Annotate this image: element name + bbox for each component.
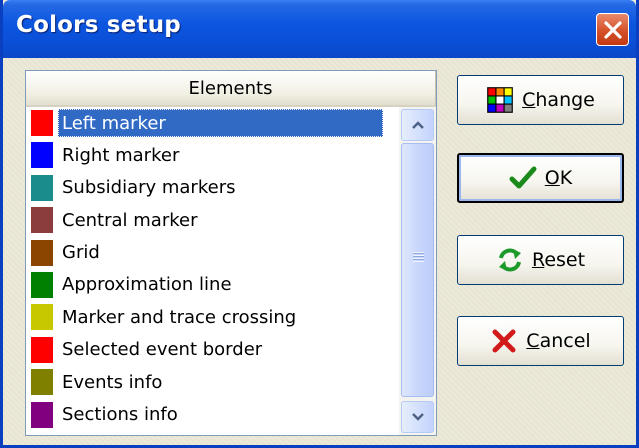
color-swatch (31, 401, 53, 428)
list-item-label: Approximation line (62, 274, 232, 296)
list-item[interactable]: Subsidiary markers (26, 172, 399, 204)
scroll-down-button[interactable] (401, 401, 434, 433)
window-title: Colors setup (16, 12, 181, 38)
chevron-up-icon (411, 121, 424, 129)
color-grid-icon (487, 87, 513, 113)
close-x-icon (603, 20, 622, 39)
elements-rows: Left marker Right marker Subsidiary marker… (26, 107, 399, 435)
list-item-label: Subsidiary markers (62, 177, 236, 199)
color-swatch (31, 110, 53, 136)
list-item[interactable]: Sections info (26, 399, 399, 431)
list-item[interactable]: Left marker (26, 107, 399, 139)
reset-button[interactable]: Reset (457, 235, 624, 285)
color-swatch (31, 336, 53, 363)
list-item-label: Right marker (62, 144, 180, 166)
list-item[interactable]: Approximation line (26, 269, 399, 301)
scroll-up-button[interactable] (401, 109, 434, 141)
cancel-button-label: Cancel (526, 330, 591, 352)
vertical-scrollbar[interactable] (399, 107, 436, 435)
color-swatch (31, 304, 53, 331)
color-swatch (31, 271, 53, 298)
list-item[interactable]: Events info (26, 366, 399, 398)
list-item[interactable]: Selected event border (26, 334, 399, 366)
colors-setup-dialog: Colors setup Elements Left marker Right m… (0, 0, 639, 448)
scroll-grip-icon (413, 252, 424, 262)
cancel-button[interactable]: Cancel (457, 316, 624, 366)
list-item[interactable]: Marker and trace crossing (26, 301, 399, 333)
list-item[interactable]: Grid (26, 237, 399, 269)
color-swatch (31, 239, 53, 266)
list-item-label: Sections info (62, 404, 178, 426)
list-item[interactable]: Right marker (26, 139, 399, 171)
change-button-label: Change (522, 89, 595, 111)
chevron-down-icon (411, 413, 424, 421)
color-swatch (31, 369, 53, 396)
red-x-icon (492, 329, 516, 353)
refresh-arrows-icon (498, 248, 521, 272)
reset-button-label: Reset (531, 249, 586, 271)
title-bar[interactable]: Colors setup (3, 0, 636, 58)
ok-button[interactable]: OK (457, 153, 624, 203)
list-item[interactable]: Central marker (26, 204, 399, 236)
elements-list[interactable]: Elements Left marker Right marker Subsidia… (25, 70, 437, 436)
color-swatch (31, 207, 53, 234)
list-item-label: Marker and trace crossing (62, 306, 297, 328)
list-item-label: Grid (62, 242, 100, 264)
change-button[interactable]: Change (457, 75, 624, 125)
close-button[interactable] (596, 13, 629, 46)
color-swatch (31, 142, 53, 169)
list-item-label: Events info (62, 371, 163, 393)
green-checkmark-icon (509, 166, 537, 189)
list-item-label: Left marker (58, 109, 383, 137)
dialog-client-area: Elements Left marker Right marker Subsidia… (3, 58, 636, 445)
column-header-elements[interactable]: Elements (26, 71, 436, 107)
ok-button-label: OK (544, 167, 573, 189)
color-swatch (31, 174, 53, 201)
list-item-label: Central marker (62, 209, 198, 231)
list-item-label: Selected event border (62, 339, 263, 361)
scroll-thumb[interactable] (401, 143, 434, 397)
